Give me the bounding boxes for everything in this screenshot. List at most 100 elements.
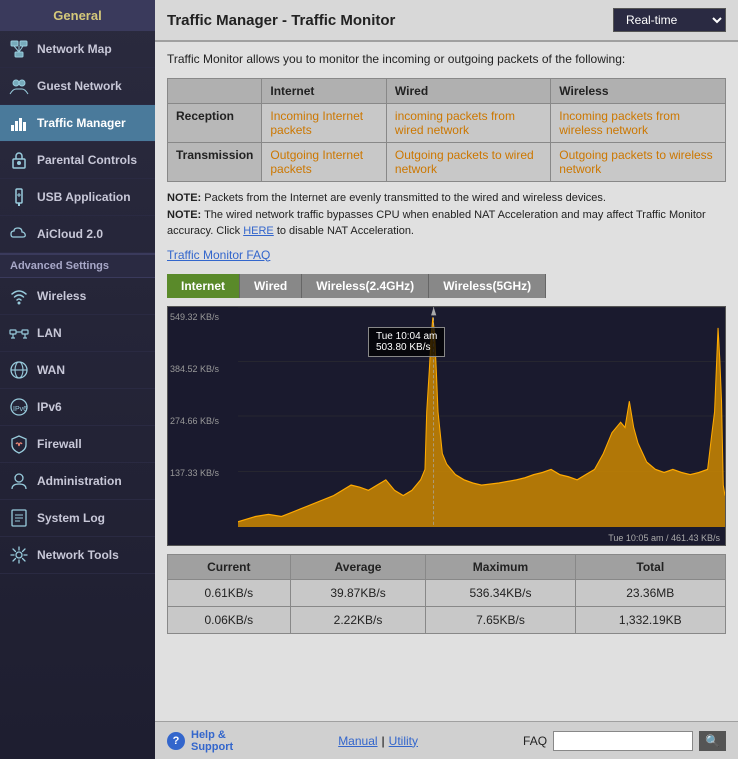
aicloud-icon bbox=[8, 223, 30, 245]
faq-search-input[interactable] bbox=[553, 731, 693, 751]
traffic-manager-icon bbox=[8, 112, 30, 134]
tab-wired[interactable]: Wired bbox=[240, 274, 302, 298]
main-content: Traffic Manager - Traffic Monitor Real-t… bbox=[155, 0, 738, 759]
col-header-internet: Internet bbox=[262, 79, 387, 104]
col-header-wireless: Wireless bbox=[551, 79, 726, 104]
footer-separator: | bbox=[382, 734, 385, 748]
stats-col-total: Total bbox=[575, 554, 725, 579]
tab-internet[interactable]: Internet bbox=[167, 274, 240, 298]
sidebar: General Network Map Guest Network bbox=[0, 0, 155, 759]
general-header: General bbox=[0, 0, 155, 31]
sidebar-item-label: Administration bbox=[37, 474, 122, 488]
sidebar-item-wireless[interactable]: Wireless bbox=[0, 278, 155, 315]
chart-tooltip: Tue 10:04 am 503.80 KB/s bbox=[368, 327, 445, 357]
sidebar-item-firewall[interactable]: Firewall bbox=[0, 426, 155, 463]
advanced-settings-header: Advanced Settings bbox=[0, 253, 155, 278]
tooltip-value: 503.80 KB/s bbox=[376, 342, 430, 353]
transmission-label: Transmission bbox=[168, 143, 262, 182]
sidebar-item-network-tools[interactable]: Network Tools bbox=[0, 537, 155, 574]
faq-search-button[interactable]: 🔍 bbox=[699, 731, 726, 751]
sidebar-item-label: Guest Network bbox=[37, 79, 122, 93]
sidebar-item-label: System Log bbox=[37, 511, 105, 525]
transmission-wireless[interactable]: Outgoing packets to wireless network bbox=[551, 143, 726, 182]
incoming-wireless-link[interactable]: Incoming packets from wireless network bbox=[559, 109, 680, 137]
stats-row0-average: 39.87KB/s bbox=[290, 579, 426, 606]
sidebar-item-label: IPv6 bbox=[37, 400, 62, 414]
stats-row1-average: 2.22KB/s bbox=[290, 606, 426, 633]
sidebar-item-administration[interactable]: Administration bbox=[0, 463, 155, 500]
outgoing-wireless-link[interactable]: Outgoing packets to wireless network bbox=[559, 148, 712, 176]
faq-label: FAQ bbox=[523, 734, 547, 748]
sidebar-item-label: Network Map bbox=[37, 42, 112, 56]
stats-row1-maximum: 7.65KB/s bbox=[426, 606, 575, 633]
outgoing-wired-link[interactable]: Outgoing packets to wired network bbox=[395, 148, 534, 176]
tooltip-time: Tue 10:04 am bbox=[376, 331, 437, 342]
note-2: NOTE: The wired network traffic bypasses… bbox=[167, 207, 726, 240]
guest-network-icon bbox=[8, 75, 30, 97]
sidebar-item-label: Wireless bbox=[37, 289, 86, 303]
sidebar-item-label: WAN bbox=[37, 363, 65, 377]
footer-links: Manual | Utility bbox=[338, 734, 418, 748]
sidebar-item-aicloud[interactable]: AiCloud 2.0 bbox=[0, 216, 155, 253]
stats-row0-total: 23.36MB bbox=[575, 579, 725, 606]
stats-col-current: Current bbox=[168, 554, 291, 579]
reception-internet[interactable]: Incoming Internet packets bbox=[262, 104, 387, 143]
reception-label: Reception bbox=[168, 104, 262, 143]
intro-text: Traffic Monitor allows you to monitor th… bbox=[167, 52, 726, 66]
reception-wireless[interactable]: Incoming packets from wireless network bbox=[551, 104, 726, 143]
reception-wired[interactable]: incoming packets from wired network bbox=[386, 104, 550, 143]
transmission-wired[interactable]: Outgoing packets to wired network bbox=[386, 143, 550, 182]
stats-row1-current: 0.06KB/s bbox=[168, 606, 291, 633]
notes-section: NOTE: Packets from the Internet are even… bbox=[167, 190, 726, 240]
stats-row0-maximum: 536.34KB/s bbox=[426, 579, 575, 606]
page-title: Traffic Manager - Traffic Monitor bbox=[167, 12, 395, 29]
sidebar-item-label: LAN bbox=[37, 326, 62, 340]
usb-application-icon bbox=[8, 186, 30, 208]
transmission-internet[interactable]: Outgoing Internet packets bbox=[262, 143, 387, 182]
incoming-internet-link[interactable]: Incoming Internet packets bbox=[270, 109, 363, 137]
system-log-icon bbox=[8, 507, 30, 529]
outgoing-internet-link[interactable]: Outgoing Internet packets bbox=[270, 148, 363, 176]
sidebar-item-usb-application[interactable]: USB Application bbox=[0, 179, 155, 216]
help-support-link[interactable]: Help &Support bbox=[191, 729, 233, 753]
here-link[interactable]: HERE bbox=[243, 225, 274, 237]
sidebar-item-label: USB Application bbox=[37, 190, 131, 204]
sidebar-item-ipv6[interactable]: IPv6 IPv6 bbox=[0, 389, 155, 426]
traffic-monitor-faq-link[interactable]: Traffic Monitor FAQ bbox=[167, 248, 270, 262]
monitor-tabs: Internet Wired Wireless(2.4GHz) Wireless… bbox=[167, 274, 726, 298]
sidebar-item-parental-controls[interactable]: Parental Controls bbox=[0, 142, 155, 179]
sidebar-item-guest-network[interactable]: Guest Network bbox=[0, 68, 155, 105]
network-tools-icon bbox=[8, 544, 30, 566]
sidebar-item-network-map[interactable]: Network Map bbox=[0, 31, 155, 68]
svg-text:IPv6: IPv6 bbox=[13, 406, 27, 413]
sidebar-item-lan[interactable]: LAN bbox=[0, 315, 155, 352]
tab-wireless-5ghz[interactable]: Wireless(5GHz) bbox=[429, 274, 546, 298]
sidebar-item-label: Traffic Manager bbox=[37, 116, 126, 130]
parental-controls-icon bbox=[8, 149, 30, 171]
y-label-1: 137.33 KB/s bbox=[170, 468, 238, 478]
y-label-4: 549.32 KB/s bbox=[170, 312, 238, 322]
stats-table: Current Average Maximum Total 0.61KB/s 3… bbox=[167, 554, 726, 634]
sidebar-item-label: AiCloud 2.0 bbox=[37, 227, 103, 241]
page-header: Traffic Manager - Traffic Monitor Real-t… bbox=[155, 0, 738, 42]
sidebar-item-label: Firewall bbox=[37, 437, 82, 451]
wireless-icon bbox=[8, 285, 30, 307]
y-label-2: 274.66 KB/s bbox=[170, 416, 238, 426]
footer: ? Help &Support Manual | Utility FAQ 🔍 bbox=[155, 721, 738, 759]
info-table: Internet Wired Wireless Reception Incomi… bbox=[167, 78, 726, 182]
help-icon: ? bbox=[167, 732, 185, 750]
traffic-chart: 549.32 KB/s 384.52 KB/s 274.66 KB/s 137.… bbox=[167, 306, 726, 546]
stats-row0-current: 0.61KB/s bbox=[168, 579, 291, 606]
manual-link[interactable]: Manual bbox=[338, 734, 377, 748]
col-header-wired: Wired bbox=[386, 79, 550, 104]
realtime-dropdown[interactable]: Real-time Last 24 Hours Last 7 Days bbox=[613, 8, 726, 32]
sidebar-item-label: Network Tools bbox=[37, 548, 119, 562]
faq-section: Traffic Monitor FAQ bbox=[167, 248, 726, 262]
sidebar-item-system-log[interactable]: System Log bbox=[0, 500, 155, 537]
utility-link[interactable]: Utility bbox=[389, 734, 418, 748]
sidebar-item-wan[interactable]: WAN bbox=[0, 352, 155, 389]
tab-wireless-2ghz[interactable]: Wireless(2.4GHz) bbox=[302, 274, 429, 298]
lan-icon bbox=[8, 322, 30, 344]
incoming-wired-link[interactable]: incoming packets from wired network bbox=[395, 109, 515, 137]
sidebar-item-traffic-manager[interactable]: Traffic Manager bbox=[0, 105, 155, 142]
